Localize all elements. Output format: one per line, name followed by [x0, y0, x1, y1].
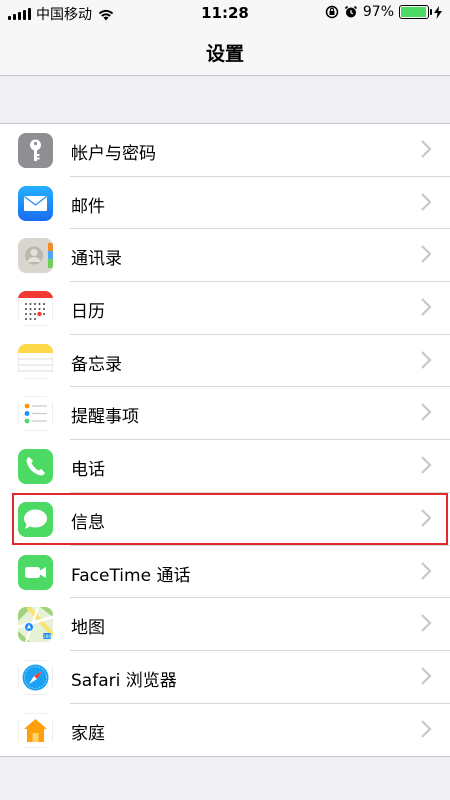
settings-item-label: 通讯录	[71, 249, 122, 270]
highlight-box	[12, 493, 448, 545]
settings-item-contacts[interactable]: 通讯录	[0, 229, 450, 283]
settings-item-home[interactable]: 家庭	[0, 704, 450, 757]
settings-item-accounts-passwords[interactable]: 帐户与密码	[0, 124, 450, 177]
settings-item-mail[interactable]: 邮件	[0, 177, 450, 230]
chevron-right-icon	[421, 667, 432, 685]
calendar-icon	[18, 291, 53, 327]
facetime-icon	[18, 554, 53, 590]
settings-item-label: 日历	[71, 302, 105, 323]
settings-item-label: 备忘录	[71, 354, 122, 375]
settings-item-facetime[interactable]: FaceTime 通话	[0, 546, 450, 599]
settings-item-safari[interactable]: Safari 浏览器	[0, 651, 450, 704]
charging-icon	[434, 5, 442, 19]
settings-item-maps[interactable]: 280 地图	[0, 598, 450, 651]
contacts-icon	[18, 238, 53, 274]
maps-icon: 280	[18, 607, 53, 643]
page-title: 设置	[205, 43, 244, 65]
key-icon	[18, 133, 53, 168]
settings-item-calendar[interactable]: 日历	[0, 282, 450, 335]
status-bar: 中国移动 11:28 97%	[0, 0, 450, 26]
chevron-right-icon	[421, 719, 432, 738]
settings-item-label: 邮件	[71, 196, 105, 217]
alarm-icon	[344, 5, 357, 18]
battery-level	[401, 7, 427, 17]
settings-item-label: 提醒事项	[71, 407, 139, 428]
chevron-right-icon	[421, 456, 432, 474]
nav-bar: 设置	[0, 26, 450, 76]
chevron-right-icon	[421, 245, 432, 264]
chevron-right-icon	[421, 614, 432, 632]
settings-item-notes[interactable]: 备忘录	[0, 335, 450, 388]
battery-percent: 97%	[362, 4, 394, 20]
rotation-lock-icon	[325, 5, 339, 19]
chevron-right-icon	[421, 192, 432, 211]
settings-item-label: 帐户与密码	[71, 144, 156, 164]
chevron-right-icon	[421, 298, 432, 316]
settings-item-label: Safari 浏览器	[71, 670, 177, 691]
settings-list: 帐户与密码 邮件 通讯录 日历 备忘录 提醒事项 电话 信息 FaceTime …	[0, 123, 450, 758]
settings-item-phone[interactable]: 电话	[0, 440, 450, 493]
reminders-icon	[18, 396, 53, 432]
home-icon	[18, 712, 53, 748]
safari-icon	[18, 659, 53, 695]
settings-item-label: 地图	[71, 618, 105, 639]
settings-item-label: 电话	[71, 460, 105, 481]
notes-icon	[18, 343, 53, 379]
chevron-right-icon	[421, 403, 432, 422]
settings-item-label: FaceTime 通话	[71, 565, 191, 586]
chevron-right-icon	[421, 561, 432, 580]
battery-icon	[399, 5, 432, 19]
chevron-right-icon	[421, 350, 432, 369]
settings-item-label: 家庭	[71, 723, 105, 744]
mail-icon	[18, 185, 53, 221]
status-right: 97%	[325, 4, 442, 20]
phone-icon	[18, 449, 53, 485]
svg-text:280: 280	[43, 634, 52, 640]
chevron-right-icon	[421, 140, 432, 158]
settings-item-reminders[interactable]: 提醒事项	[0, 387, 450, 441]
